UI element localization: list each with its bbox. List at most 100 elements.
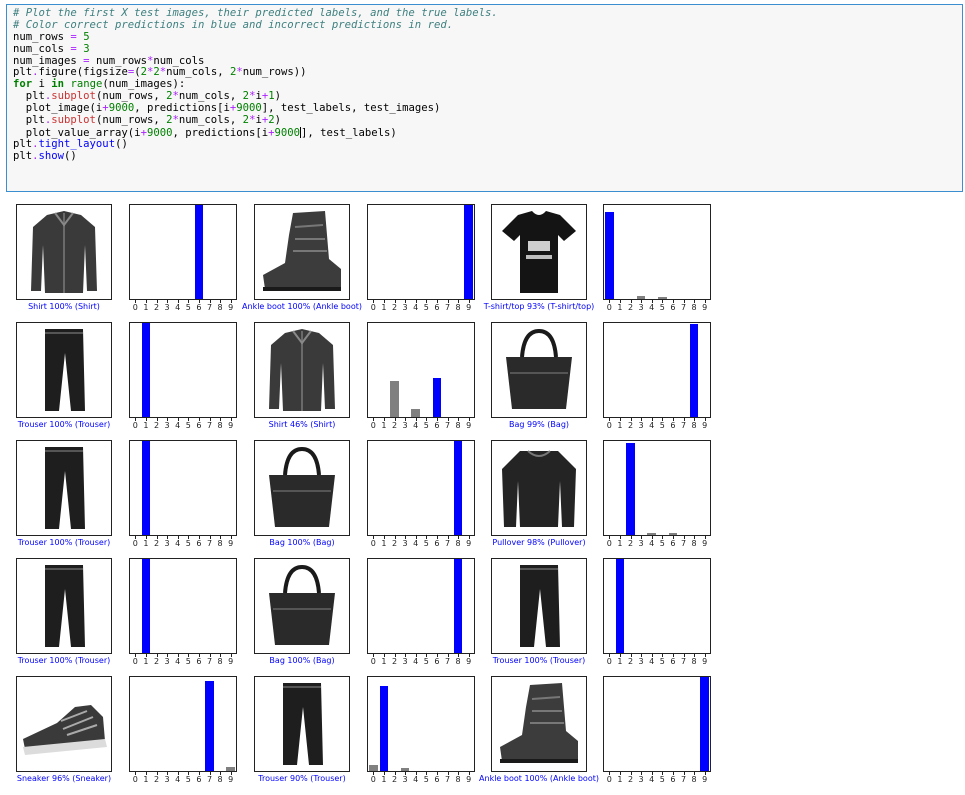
class-tick-label: 3 (164, 539, 170, 548)
class-tick-label: 9 (228, 775, 234, 784)
probability-bar (369, 765, 378, 771)
trouser-image (17, 559, 111, 653)
class-tick-label: 6 (670, 775, 676, 784)
class-tick-label: 1 (381, 775, 387, 784)
class-tick-label: 8 (455, 775, 461, 784)
class-tick-label: 5 (423, 657, 429, 666)
probability-bar (141, 441, 151, 535)
class-tick-labels: 0123456789 (604, 657, 710, 669)
probability-bar (141, 559, 151, 653)
class-tick-label: 4 (175, 539, 181, 548)
class-tick-label: 2 (627, 421, 634, 430)
class-tick-label: 0 (606, 303, 612, 312)
probability-bar (636, 296, 646, 299)
probability-bar (464, 205, 473, 299)
test-image-panel (254, 676, 350, 772)
class-tick-label: 2 (153, 303, 160, 312)
prediction-figure: Shirt 100% (Shirt) 0 1 2 3 4 5 6 7 8 9 Ankle boot 1… (0, 0, 965, 795)
class-tick-label: 8 (691, 421, 697, 430)
class-tick-label: 8 (691, 539, 697, 548)
class-tick-label: 3 (638, 303, 644, 312)
class-tick-label: 0 (132, 657, 138, 666)
class-tick-label: 6 (434, 303, 440, 312)
class-tick-labels: 0123456789 (368, 775, 474, 787)
trouser-image (255, 677, 349, 771)
class-tick-label: 1 (617, 421, 623, 430)
class-tick-label: 0 (370, 539, 376, 548)
probability-bar (700, 677, 709, 771)
class-tick-label: 1 (617, 539, 623, 548)
class-tick-label: 6 (670, 657, 676, 666)
class-tick-label: 3 (164, 775, 170, 784)
class-tick-label: 9 (228, 539, 234, 548)
prediction-caption: Shirt 100% (Shirt) (28, 302, 100, 311)
class-tick-label: 5 (423, 303, 429, 312)
class-tick-label: 2 (153, 539, 160, 548)
ankle-boot-image (255, 205, 349, 299)
test-image-panel (491, 558, 587, 654)
class-tick-label: 4 (649, 421, 655, 430)
class-tick-label: 7 (680, 657, 687, 666)
class-tick-label: 3 (638, 539, 644, 548)
probability-bar (141, 323, 151, 417)
class-tick-label: 9 (702, 657, 708, 666)
test-image-panel (254, 440, 350, 536)
class-tick-label: 1 (143, 303, 149, 312)
probability-bar (605, 211, 614, 299)
class-tick-label: 5 (423, 775, 429, 784)
class-tick-label: 8 (691, 303, 697, 312)
shirt-image (255, 323, 349, 417)
probability-bar (668, 533, 678, 535)
class-tick-label: 6 (196, 303, 202, 312)
test-image-panel (16, 676, 112, 772)
prediction-caption: Sneaker 96% (Sneaker) (16, 774, 112, 783)
test-image-panel (491, 322, 587, 418)
class-tick-label: 1 (143, 775, 149, 784)
probability-bar-chart (367, 440, 475, 536)
class-tick-labels: 0123456789 (130, 303, 236, 315)
class-tick-label: 8 (455, 421, 461, 430)
bag-image (255, 441, 349, 535)
class-tick-label: 8 (217, 775, 223, 784)
class-tick-label: 6 (434, 657, 440, 666)
class-tick-label: 8 (217, 539, 223, 548)
class-tick-label: 1 (617, 775, 623, 784)
class-tick-label: 7 (444, 421, 451, 430)
test-image-panel (254, 558, 350, 654)
class-tick-label: 5 (185, 775, 191, 784)
class-tick-label: 7 (680, 421, 687, 430)
class-tick-label: 3 (638, 775, 644, 784)
class-tick-label: 7 (206, 657, 213, 666)
class-tick-labels: 0123456789 (130, 421, 236, 433)
class-tick-label: 9 (702, 539, 708, 548)
probability-bar-chart (367, 558, 475, 654)
class-tick-label: 2 (391, 303, 398, 312)
class-tick-label: 5 (659, 539, 665, 548)
class-tick-label: 4 (175, 657, 181, 666)
probability-bar-chart (129, 322, 237, 418)
probability-bar-chart (129, 676, 237, 772)
trouser-image (492, 559, 586, 653)
class-tick-label: 2 (627, 539, 634, 548)
class-tick-label: 5 (659, 657, 665, 666)
class-tick-labels: 0123456789 (368, 539, 474, 551)
class-tick-label: 6 (434, 421, 440, 430)
class-tick-labels: 0123456789 (604, 539, 710, 551)
prediction-caption: Pullover 98% (Pullover) (492, 538, 586, 547)
class-tick-label: 5 (423, 421, 429, 430)
class-tick-label: 7 (680, 303, 687, 312)
class-tick-label: 8 (691, 657, 697, 666)
test-image-panel (16, 440, 112, 536)
class-tick-label: 5 (659, 775, 665, 784)
probability-bar (205, 680, 214, 771)
probability-bar-chart (603, 322, 711, 418)
class-tick-label: 7 (444, 539, 451, 548)
test-image-panel (254, 204, 350, 300)
class-tick-label: 9 (466, 303, 472, 312)
class-tick-label: 0 (370, 421, 376, 430)
prediction-caption: Bag 100% (Bag) (269, 656, 335, 665)
probability-bar-chart (603, 204, 711, 300)
class-tick-label: 6 (670, 539, 676, 548)
class-tick-label: 8 (691, 775, 697, 784)
test-image-panel (491, 676, 587, 772)
